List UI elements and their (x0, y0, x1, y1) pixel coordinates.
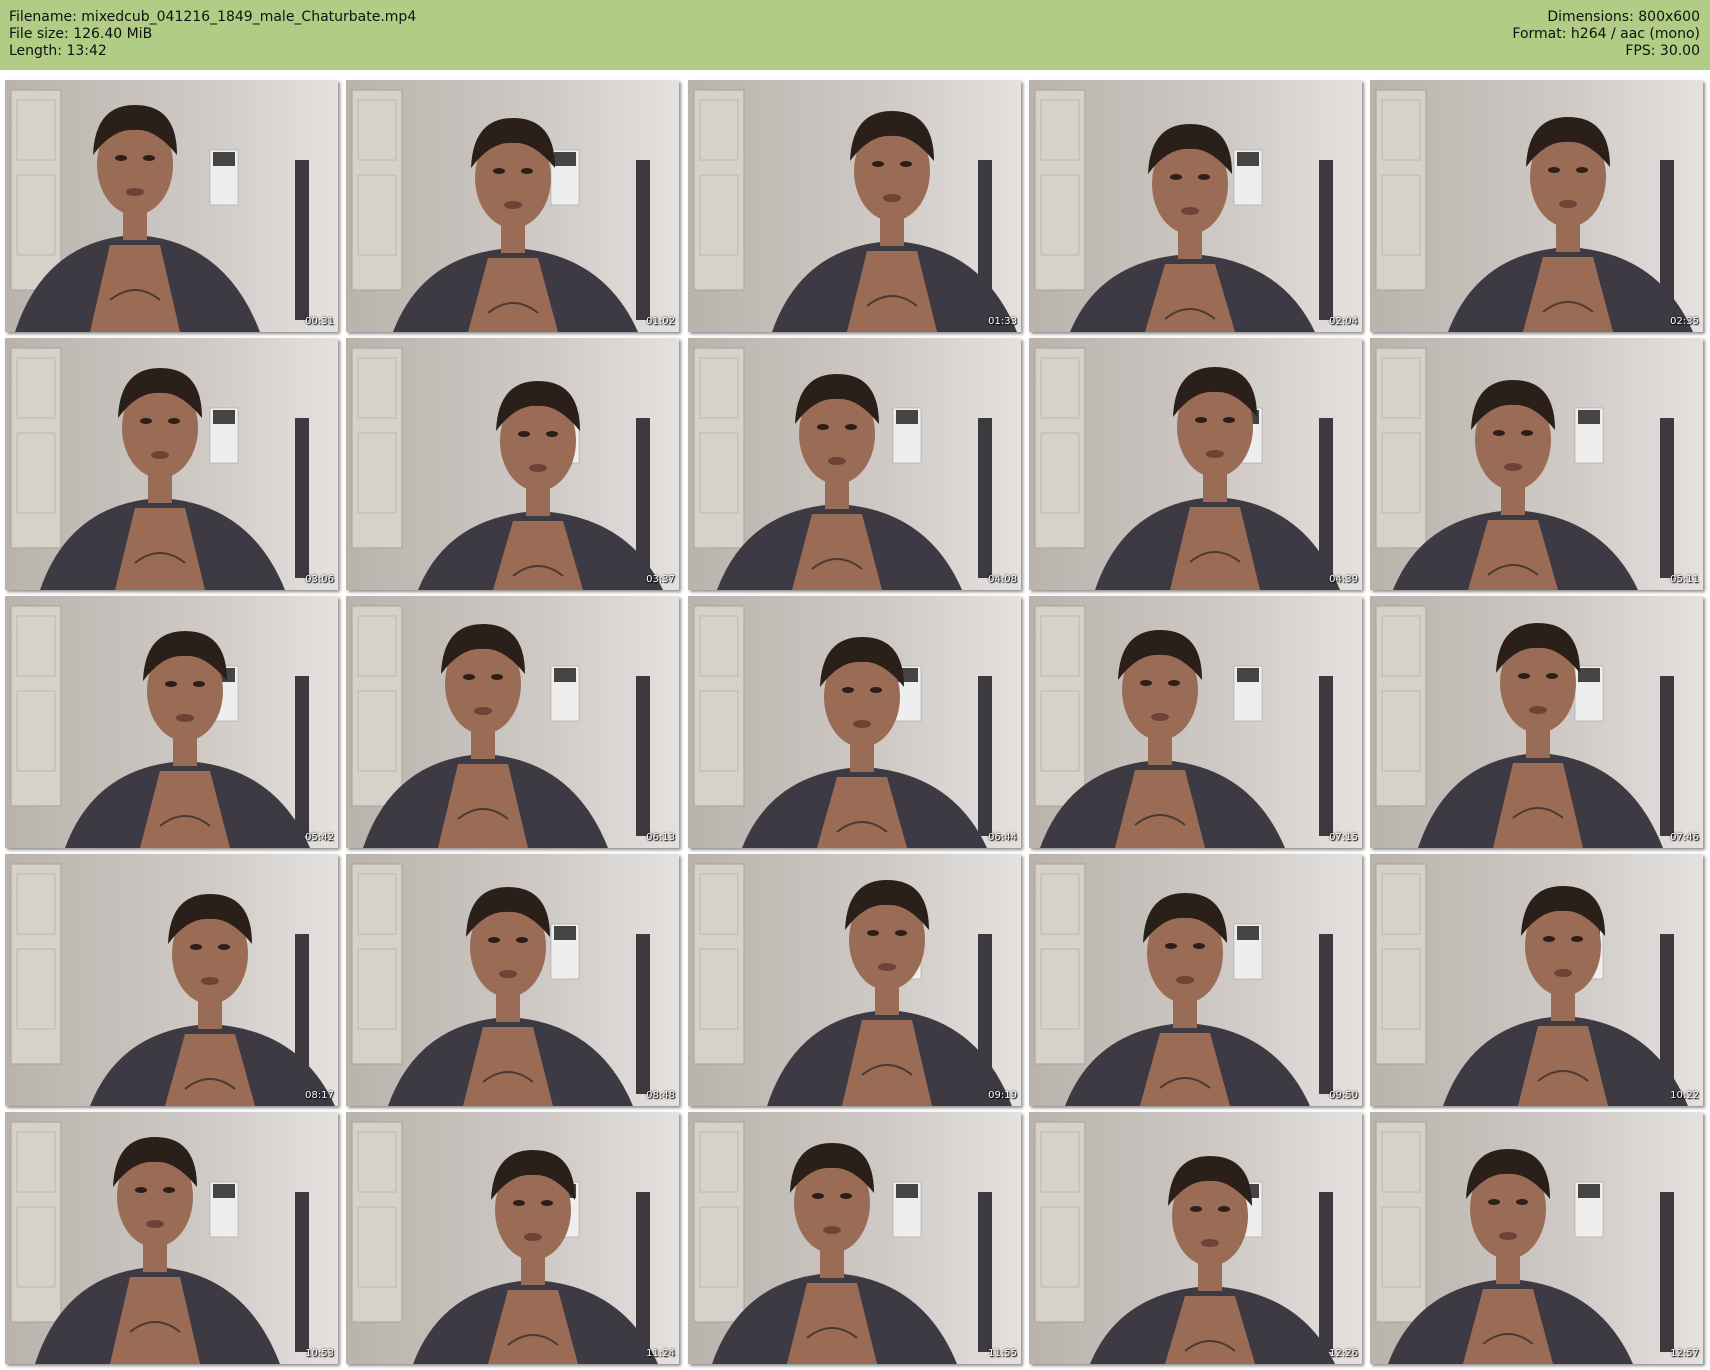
frame-timestamp: 06:13 (646, 832, 675, 843)
video-frame-thumbnail: 02:04 (1029, 80, 1362, 332)
frame-image (1370, 1112, 1703, 1364)
frame-image (688, 80, 1021, 332)
frame-image (688, 1112, 1021, 1364)
frame-timestamp: 11:24 (646, 1348, 675, 1359)
video-frame-thumbnail: 06:44 (688, 596, 1021, 848)
frame-image (346, 1112, 679, 1364)
video-frame-thumbnail: 07:46 (1370, 596, 1703, 848)
frame-image (5, 854, 338, 1106)
video-frame-thumbnail: 01:33 (688, 80, 1021, 332)
frame-image (5, 596, 338, 848)
frame-timestamp: 03:37 (646, 574, 675, 585)
frame-timestamp: 02:35 (1670, 316, 1699, 327)
frame-timestamp: 07:46 (1670, 832, 1699, 843)
video-frame-thumbnail: 11:24 (346, 1112, 679, 1364)
frame-image (346, 338, 679, 590)
frame-image (346, 854, 679, 1106)
frame-image (688, 596, 1021, 848)
frame-timestamp: 02:04 (1329, 316, 1358, 327)
video-frame-thumbnail: 09:50 (1029, 854, 1362, 1106)
frame-image (1029, 1112, 1362, 1364)
video-frame-thumbnail: 03:37 (346, 338, 679, 590)
frame-timestamp: 11:55 (988, 1348, 1017, 1359)
video-frame-thumbnail: 08:48 (346, 854, 679, 1106)
video-frame-thumbnail: 02:35 (1370, 80, 1703, 332)
frame-timestamp: 09:19 (988, 1090, 1017, 1101)
video-frame-thumbnail: 04:39 (1029, 338, 1362, 590)
frame-image (346, 596, 679, 848)
frame-image (1370, 854, 1703, 1106)
frame-image (1029, 338, 1362, 590)
frame-timestamp: 01:02 (646, 316, 675, 327)
frame-image (688, 854, 1021, 1106)
frame-image (688, 338, 1021, 590)
frame-image (1029, 854, 1362, 1106)
video-frame-thumbnail: 03:06 (5, 338, 338, 590)
frame-image (5, 80, 338, 332)
frame-image (1029, 596, 1362, 848)
video-frame-thumbnail: 00:31 (5, 80, 338, 332)
frame-timestamp: 08:17 (305, 1090, 334, 1101)
frame-timestamp: 05:42 (305, 832, 334, 843)
video-frame-thumbnail: 07:15 (1029, 596, 1362, 848)
frame-timestamp: 03:06 (305, 574, 334, 585)
video-frame-thumbnail: 11:55 (688, 1112, 1021, 1364)
video-frame-thumbnail: 05:11 (1370, 338, 1703, 590)
video-frame-thumbnail: 10:22 (1370, 854, 1703, 1106)
video-frame-thumbnail: 12:26 (1029, 1112, 1362, 1364)
frame-image (5, 338, 338, 590)
frame-image (346, 80, 679, 332)
frame-image (1370, 338, 1703, 590)
frame-timestamp: 06:44 (988, 832, 1017, 843)
frame-image (5, 1112, 338, 1364)
video-frame-thumbnail: 04:08 (688, 338, 1021, 590)
video-frame-thumbnail: 09:19 (688, 854, 1021, 1106)
frame-timestamp: 10:53 (305, 1348, 334, 1359)
video-frame-thumbnail: 01:02 (346, 80, 679, 332)
frame-timestamp: 12:57 (1670, 1348, 1699, 1359)
frame-timestamp: 04:08 (988, 574, 1017, 585)
frame-image (1029, 80, 1362, 332)
frame-timestamp: 12:26 (1329, 1348, 1358, 1359)
frame-image (1370, 596, 1703, 848)
frame-timestamp: 04:39 (1329, 574, 1358, 585)
frame-timestamp: 05:11 (1670, 574, 1699, 585)
frame-timestamp: 10:22 (1670, 1090, 1699, 1101)
frame-timestamp: 07:15 (1329, 832, 1358, 843)
video-frame-thumbnail: 08:17 (5, 854, 338, 1106)
frame-image (1370, 80, 1703, 332)
video-frame-thumbnail: 12:57 (1370, 1112, 1703, 1364)
frame-timestamp: 08:48 (646, 1090, 675, 1101)
video-frame-thumbnail: 10:53 (5, 1112, 338, 1364)
video-frame-thumbnail: 05:42 (5, 596, 338, 848)
frame-timestamp: 09:50 (1329, 1090, 1358, 1101)
frame-timestamp: 01:33 (988, 316, 1017, 327)
thumbnail-grid: 00:31 01:02 01:33 02:04 02:35 03:06 03:37 04:08… (0, 0, 1710, 1370)
frame-timestamp: 00:31 (305, 316, 334, 327)
video-frame-thumbnail: 06:13 (346, 596, 679, 848)
